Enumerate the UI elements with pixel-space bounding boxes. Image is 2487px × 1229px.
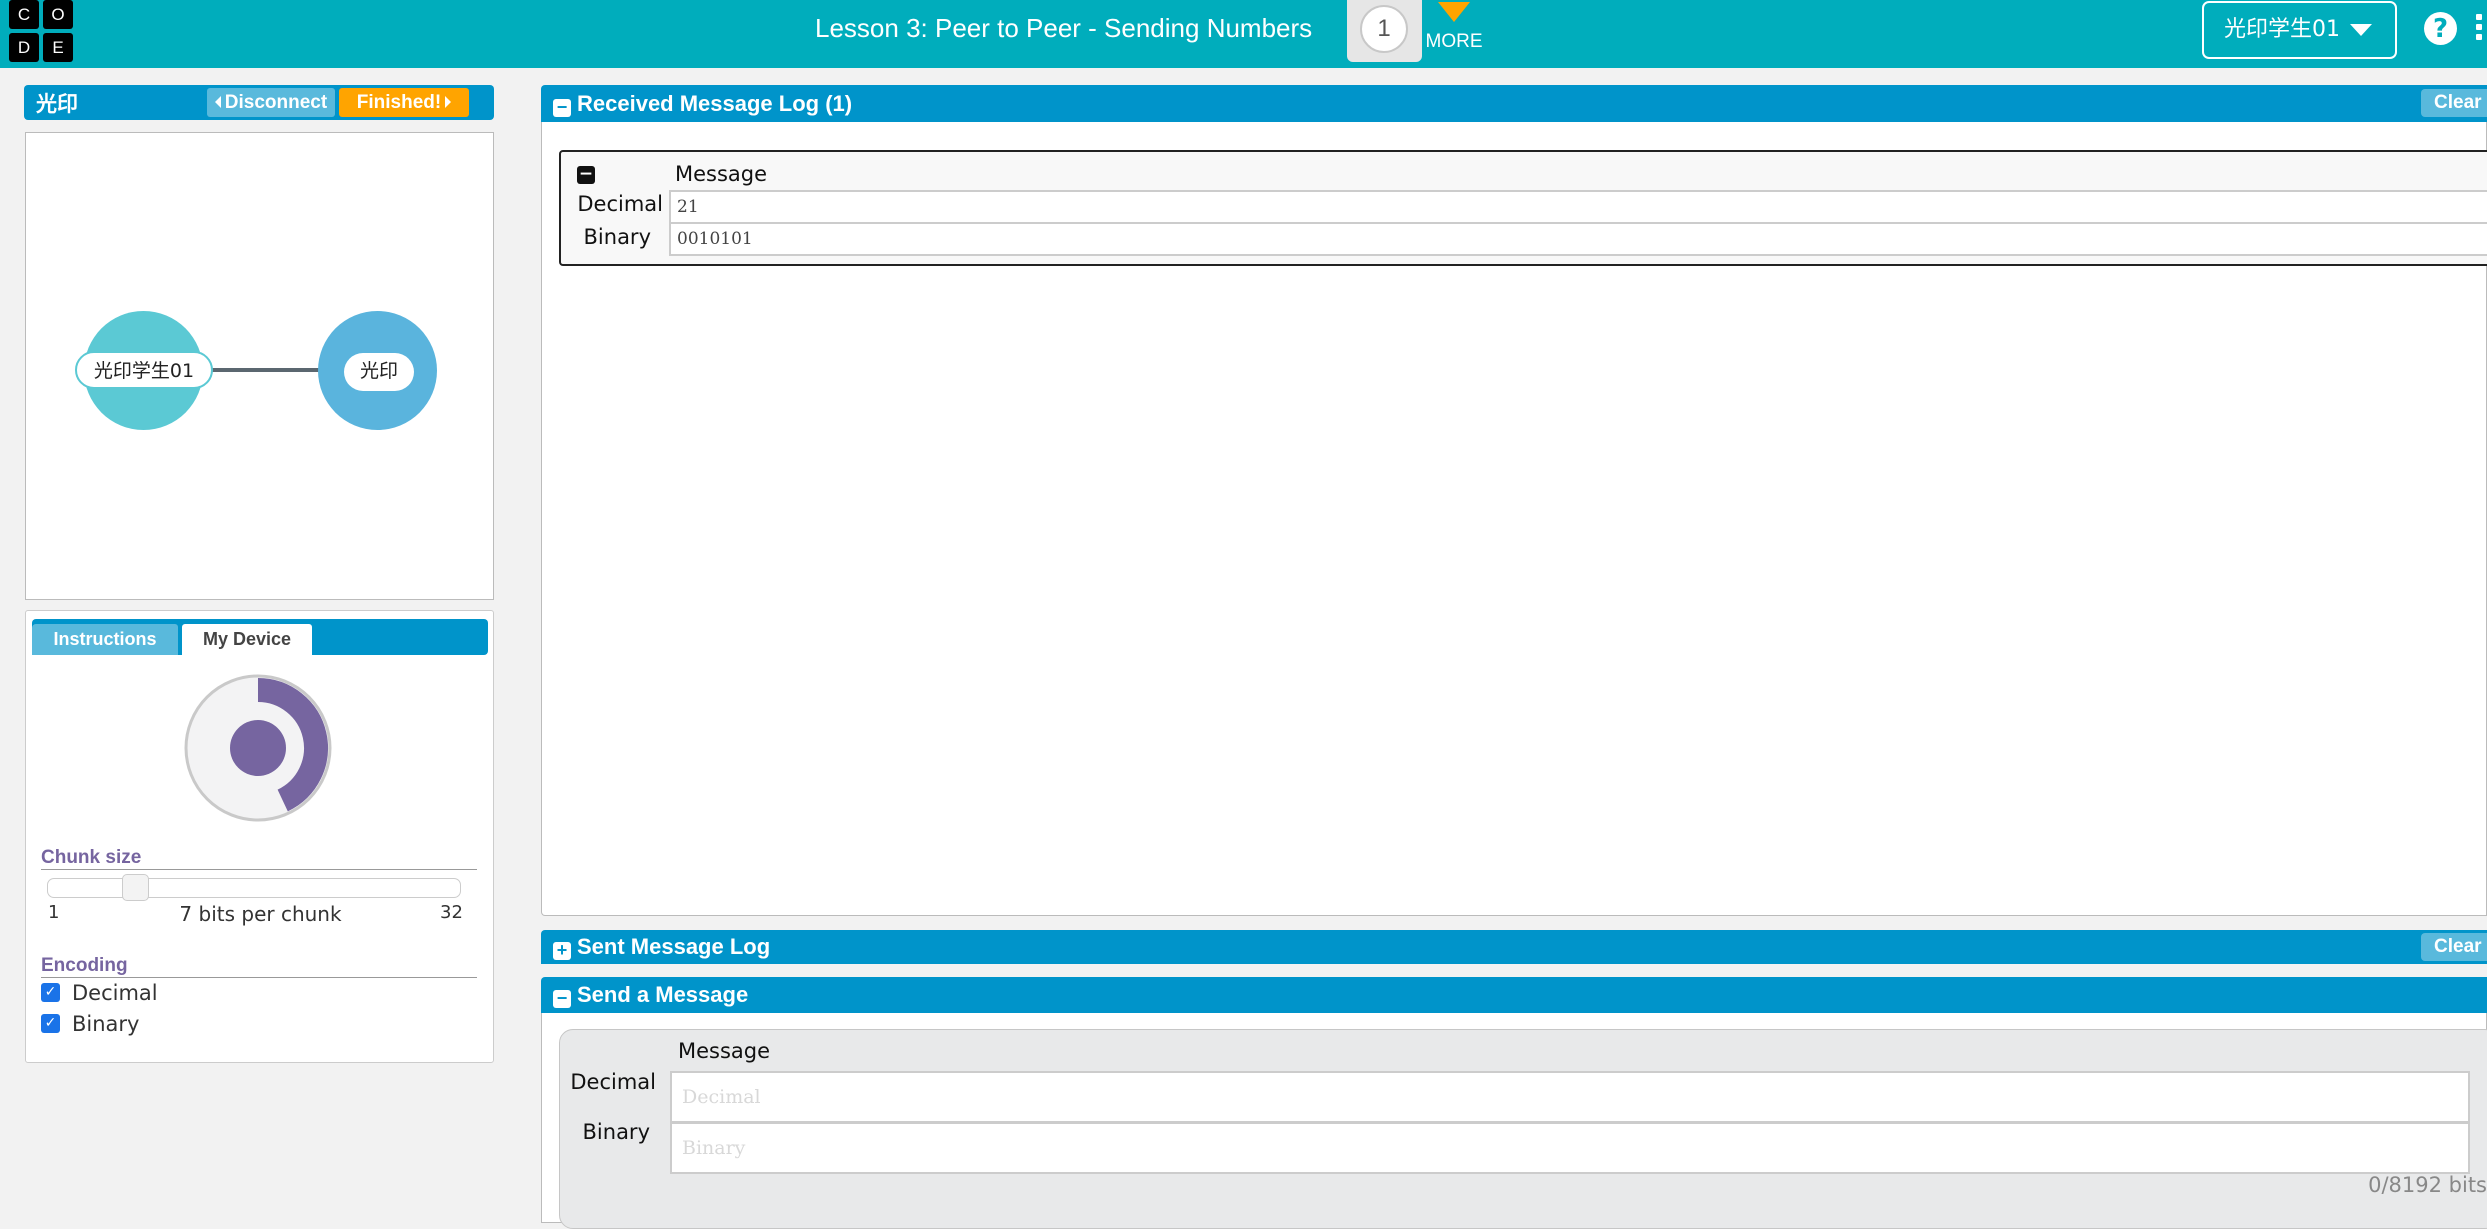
received-message: − Message Decimal 21 Binary 0010101: [559, 150, 2487, 266]
collapse-icon[interactable]: −: [553, 98, 571, 117]
row-label: Decimal: [570, 1070, 656, 1094]
more-label: MORE: [1425, 31, 1483, 52]
node-self-label: 光印学生01: [75, 351, 213, 389]
kebab-menu-icon[interactable]: [2476, 14, 2482, 44]
checkbox-label: Decimal: [72, 981, 158, 1005]
device-dial: [184, 674, 332, 822]
lesson-title: Lesson 3: Peer to Peer - Sending Numbers: [815, 13, 1313, 43]
logo-letter: C: [9, 0, 39, 29]
message-column-header: Message: [678, 1039, 771, 1063]
slider-min: 1: [48, 902, 60, 923]
finished-label: Finished!: [356, 92, 442, 113]
peer-bar: 光印 Disconnect Finished!: [24, 85, 494, 120]
encoding-title: Encoding: [41, 955, 128, 976]
chunk-size-value: 7 bits per chunk: [179, 902, 342, 926]
logo-letter: D: [9, 33, 39, 62]
chevron-down-icon: [1438, 2, 1470, 22]
tab-bar: Instructions My Device: [32, 619, 488, 655]
disconnect-label: Disconnect: [224, 92, 328, 113]
finished-button[interactable]: Finished!: [339, 88, 469, 117]
send-message-card: Message Decimal Binary: [559, 1029, 2487, 1229]
connection-wire: [196, 368, 326, 372]
user-menu-button[interactable]: 光印学生01: [2202, 1, 2397, 59]
decimal-value: 21: [669, 190, 2487, 224]
collapse-icon[interactable]: −: [577, 166, 595, 184]
chunk-size-slider[interactable]: [47, 878, 461, 898]
sent-log-title: Sent Message Log: [577, 934, 771, 959]
level-bubble[interactable]: 1: [1360, 5, 1408, 53]
binary-value: 0010101: [669, 222, 2487, 256]
logo-letter: O: [43, 0, 73, 29]
encoding-binary[interactable]: ✓ Binary: [41, 1012, 139, 1036]
clear-sent-button[interactable]: Clear: [2421, 933, 2487, 961]
divider: [41, 977, 477, 978]
level-progress[interactable]: 1: [1347, 0, 1422, 62]
decimal-input[interactable]: [670, 1071, 2470, 1123]
row-label: Decimal: [577, 192, 663, 216]
divider: [41, 869, 477, 870]
checkbox-label: Binary: [72, 1012, 140, 1036]
top-header: C O D E Lesson 3: Peer to Peer - Sending…: [0, 0, 2487, 68]
node-peer-label: 光印: [344, 353, 414, 391]
received-log-header[interactable]: − Received Message Log (1) Clear: [541, 85, 2487, 122]
row-label: Binary: [583, 225, 651, 249]
network-diagram: 光印学生01 光印: [25, 132, 494, 600]
tab-my-device[interactable]: My Device: [182, 624, 312, 655]
received-log-title: Received Message Log (1): [577, 91, 853, 116]
logo-letter: E: [43, 33, 73, 62]
caret-down-icon: [2350, 24, 2372, 36]
peer-name: 光印: [36, 92, 78, 116]
user-name: 光印学生01: [2224, 17, 2340, 42]
sent-log-header[interactable]: + Sent Message Log Clear: [541, 930, 2487, 964]
message-column-header: Message: [675, 162, 768, 186]
collapse-icon[interactable]: −: [553, 989, 571, 1008]
dial-center: [230, 720, 286, 776]
caret-left-icon: [214, 96, 221, 108]
send-message-body: Message Decimal Binary: [541, 1013, 2487, 1229]
help-icon[interactable]: ?: [2424, 12, 2457, 45]
send-message-header[interactable]: − Send a Message: [541, 977, 2487, 1013]
checkbox-checked-icon[interactable]: ✓: [41, 983, 60, 1002]
slider-thumb[interactable]: [121, 874, 149, 901]
binary-input[interactable]: [670, 1122, 2470, 1174]
disconnect-button[interactable]: Disconnect: [207, 88, 335, 117]
checkbox-checked-icon[interactable]: ✓: [41, 1014, 60, 1033]
device-panel: Instructions My Device Chunk size 7 bits…: [25, 610, 494, 1063]
caret-right-icon: [445, 96, 452, 108]
received-log-body: − Message Decimal 21 Binary 0010101: [541, 122, 2487, 916]
expand-icon[interactable]: +: [553, 941, 571, 960]
more-button[interactable]: MORE: [1424, 2, 1484, 53]
row-label: Binary: [582, 1120, 650, 1144]
encoding-decimal[interactable]: ✓ Decimal: [41, 981, 158, 1005]
tab-instructions[interactable]: Instructions: [32, 624, 178, 655]
slider-max: 32: [440, 902, 463, 923]
bits-counter: 0/8192 bits: [2368, 1173, 2487, 1197]
clear-received-button[interactable]: Clear: [2421, 89, 2487, 117]
code-org-logo[interactable]: C O D E: [9, 0, 77, 63]
chunk-size-title: Chunk size: [41, 847, 142, 868]
send-message-title: Send a Message: [577, 982, 749, 1007]
